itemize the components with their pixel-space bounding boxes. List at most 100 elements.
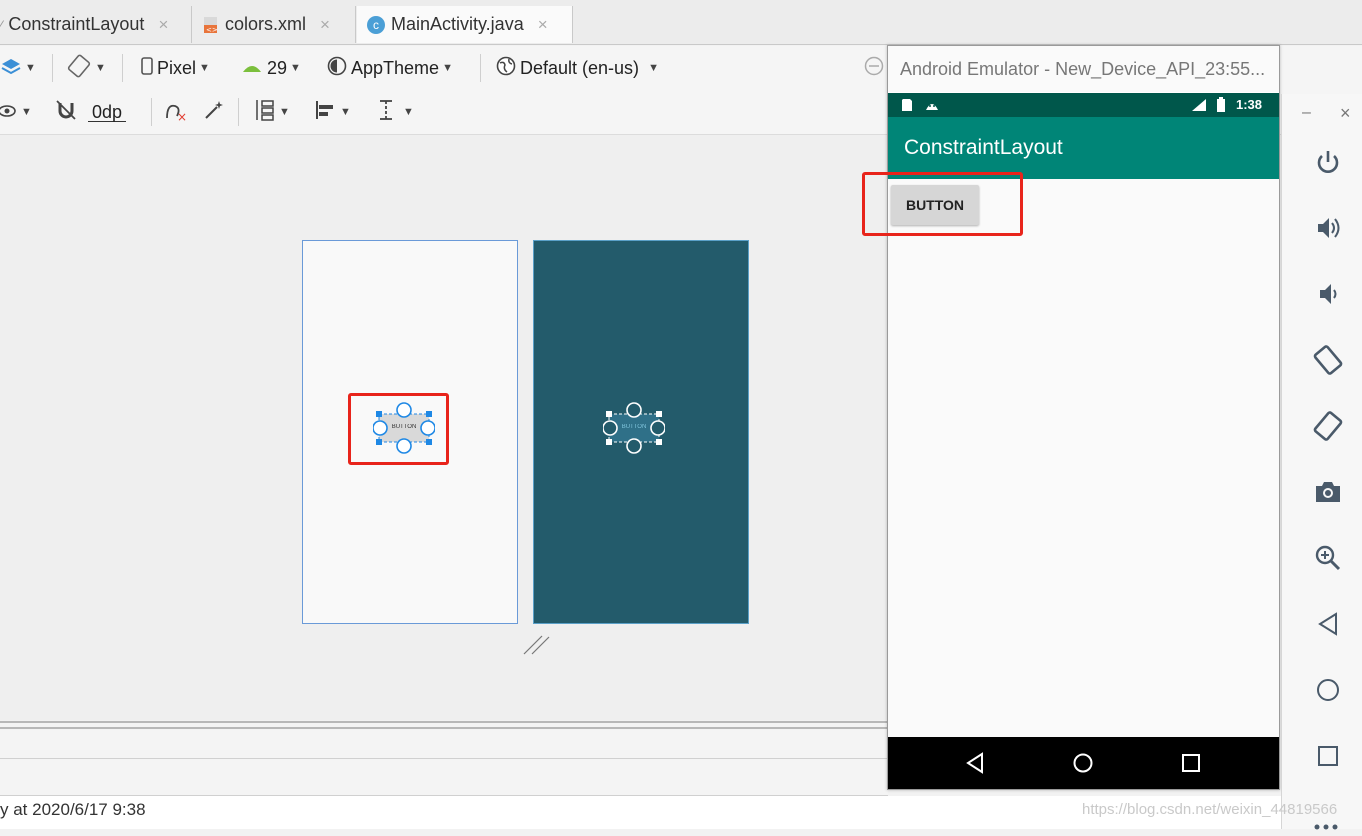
divider (122, 54, 123, 82)
close-button[interactable]: × (1340, 103, 1351, 124)
layers-icon (0, 56, 22, 81)
zoom-button[interactable] (1310, 542, 1346, 578)
api-level-label: 29 (267, 57, 288, 78)
xml-file-icon: <> (202, 16, 219, 34)
divider (238, 98, 239, 126)
chevron-down-icon: ▼ (403, 106, 414, 118)
guideline-icon (376, 98, 396, 127)
close-icon[interactable]: × (538, 15, 548, 35)
rotate-left-icon (1311, 343, 1345, 382)
minimize-button[interactable]: – (1302, 104, 1311, 122)
orientation-dropdown[interactable]: ▼ (66, 46, 106, 90)
chevron-down-icon: ▼ (199, 62, 210, 74)
zoom-out-button[interactable] (863, 46, 885, 90)
volume-up-icon (1313, 213, 1343, 248)
home-button[interactable] (1310, 674, 1346, 710)
locale-dropdown[interactable]: Default (en-us) ▼ (495, 46, 659, 90)
pack-dropdown[interactable]: ▼ (252, 90, 290, 134)
design-surface-dropdown[interactable]: ▼ (0, 46, 36, 90)
tab-colors-xml[interactable]: <> colors.xml × (192, 6, 356, 43)
theme-icon (326, 55, 348, 82)
divider (52, 54, 53, 82)
magic-wand-icon (202, 98, 226, 127)
editor-tab-bar: ⁄ ConstraintLayout × <> colors.xml × c M… (0, 0, 1362, 45)
camera-icon (1313, 477, 1343, 512)
chevron-down-icon: ▼ (95, 62, 106, 74)
divider (0, 727, 888, 729)
tab-label: colors.xml (225, 14, 307, 34)
eye-icon (0, 102, 18, 123)
default-margin-button[interactable]: 0dp (88, 90, 127, 134)
tab-label: ConstraintLayout (8, 14, 145, 34)
back-button[interactable] (1310, 608, 1346, 644)
app-bar: ConstraintLayout (888, 117, 1279, 179)
nav-back-icon[interactable] (964, 751, 986, 780)
guidelines-dropdown[interactable]: ▼ (376, 90, 414, 134)
chevron-down-icon: ▼ (21, 106, 32, 118)
margin-label: 0dp (88, 103, 127, 122)
theme-dropdown[interactable]: AppTheme ▼ (326, 46, 453, 90)
svg-text:×: × (177, 110, 187, 122)
divider (480, 54, 481, 82)
device-label: Pixel (157, 57, 197, 78)
tab-main-activity[interactable]: c MainActivity.java × (357, 6, 573, 43)
zoom-in-icon (1313, 543, 1343, 578)
status-time: 1:38 (1236, 97, 1263, 112)
view-options-dropdown[interactable]: ▼ (0, 90, 32, 134)
sd-card-icon (900, 98, 914, 115)
tab-constraint-layout[interactable]: ⁄ ConstraintLayout × (0, 6, 192, 43)
theme-label: AppTheme (351, 57, 440, 78)
chevron-down-icon: ▼ (290, 62, 301, 74)
align-dropdown[interactable]: ▼ (313, 90, 351, 134)
device-dropdown[interactable]: Pixel ▼ (140, 46, 210, 90)
magnet-off-icon (54, 98, 78, 127)
close-icon[interactable]: × (158, 15, 168, 35)
layout-file-icon: ⁄ (0, 16, 3, 33)
phone-icon (140, 56, 154, 81)
clear-constraints-icon: × (163, 98, 189, 127)
volume-up-button[interactable] (1310, 212, 1346, 248)
resize-handle-icon[interactable] (522, 628, 550, 661)
close-icon[interactable]: × (320, 15, 330, 35)
screenshot-button[interactable] (1310, 476, 1346, 512)
autoconnect-toggle[interactable] (54, 90, 78, 134)
chevron-down-icon: ▼ (340, 106, 351, 118)
battery-icon (1216, 97, 1226, 116)
android-icon (240, 58, 264, 79)
device-status-bar: 1:38 (888, 93, 1279, 117)
overview-button[interactable] (1310, 740, 1346, 776)
chevron-down-icon: ▼ (25, 62, 36, 74)
rotate-icon (66, 54, 92, 83)
event-log-message: y at 2020/6/17 9:38 (0, 800, 146, 819)
divider (0, 721, 888, 723)
power-button[interactable] (1310, 146, 1346, 182)
android-emulator-window: Android Emulator - New_Device_API_23:55.… (887, 45, 1280, 790)
java-class-icon: c (367, 15, 385, 34)
rotate-left-button[interactable] (1310, 344, 1346, 380)
blueprint-button-widget[interactable]: BUTTON (602, 402, 666, 454)
divider (0, 758, 888, 759)
emulator-controls-panel: – × (1281, 94, 1362, 830)
nav-home-icon[interactable] (1072, 752, 1094, 779)
volume-down-icon (1313, 279, 1343, 314)
svg-text:<>: <> (206, 26, 218, 34)
api-level-dropdown[interactable]: 29 ▼ (240, 46, 301, 90)
divider (151, 98, 152, 126)
pack-icon (252, 98, 276, 127)
volume-down-button[interactable] (1310, 278, 1346, 314)
chevron-down-icon: ▼ (648, 62, 659, 74)
tab-label: MainActivity.java (391, 14, 524, 34)
clear-constraints-button[interactable]: × (163, 90, 189, 134)
nav-recents-icon[interactable] (1181, 753, 1201, 778)
device-nav-bar (888, 737, 1279, 789)
globe-icon (495, 55, 517, 82)
rotate-right-button[interactable] (1310, 410, 1346, 446)
app-content: BUTTON (888, 179, 1279, 737)
android-notification-icon (924, 98, 940, 115)
align-left-icon (313, 98, 337, 127)
signal-icon (1190, 98, 1208, 115)
back-icon (1315, 610, 1341, 643)
highlight-box-design (348, 393, 449, 465)
infer-constraints-button[interactable] (202, 90, 226, 134)
emulator-title-bar[interactable]: Android Emulator - New_Device_API_23:55.… (888, 46, 1279, 92)
